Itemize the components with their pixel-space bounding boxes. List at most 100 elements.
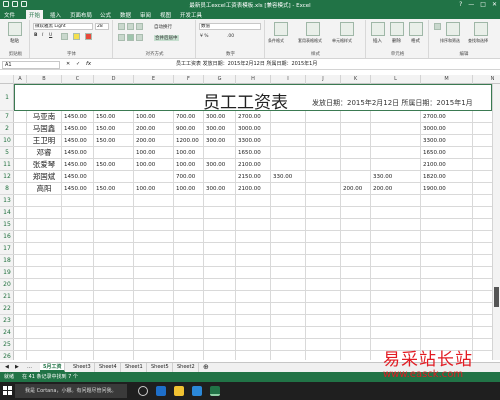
start-button[interactable] (3, 386, 13, 396)
empty-cell[interactable] (473, 195, 492, 207)
conditional-format-button[interactable]: 条件格式 (268, 38, 284, 44)
table-cell[interactable]: 100.00 (134, 147, 174, 159)
empty-cell[interactable] (134, 207, 174, 219)
empty-cell[interactable] (62, 279, 94, 291)
empty-cell[interactable] (94, 195, 134, 207)
empty-cell[interactable] (236, 243, 271, 255)
scrollbar-thumb[interactable] (494, 287, 499, 307)
insert-cells-button[interactable]: 插入 (373, 38, 382, 44)
empty-cell[interactable] (62, 219, 94, 231)
underline-button[interactable]: U (49, 33, 52, 38)
table-cell[interactable]: 1450.00 (62, 147, 94, 159)
function-icon[interactable]: fx (86, 61, 91, 67)
empty-cell[interactable] (371, 255, 421, 267)
table-cell[interactable]: 2100.00 (236, 183, 271, 195)
empty-cell[interactable] (421, 255, 473, 267)
fill-color-icon[interactable] (73, 33, 80, 40)
worksheet-grid[interactable]: 员工工资表 发放日期：2015年2月12日 所属日期：2015年1月 马亚南 14… (14, 84, 492, 360)
empty-cell[interactable] (134, 339, 174, 351)
empty-cell[interactable] (473, 219, 492, 231)
empty-cell[interactable] (14, 339, 27, 351)
table-cell[interactable] (341, 147, 371, 159)
empty-cell[interactable] (236, 327, 271, 339)
empty-cell[interactable] (236, 219, 271, 231)
empty-cell[interactable] (134, 291, 174, 303)
row-header[interactable]: 5 (0, 147, 14, 159)
empty-cell[interactable] (62, 195, 94, 207)
employee-name-cell[interactable]: 张爱琴 (27, 159, 62, 171)
empty-cell[interactable] (236, 303, 271, 315)
empty-cell[interactable] (204, 255, 236, 267)
table-cell[interactable]: 3300.00 (421, 135, 473, 147)
table-cell[interactable]: 1900.00 (421, 183, 473, 195)
empty-cell[interactable] (27, 303, 62, 315)
table-cell[interactable]: 150.00 (94, 159, 134, 171)
row-header[interactable]: 21 (0, 291, 14, 303)
table-cell[interactable] (271, 111, 306, 123)
table-cell[interactable] (204, 147, 236, 159)
table-cell[interactable]: 300.00 (204, 111, 236, 123)
empty-cell[interactable] (421, 327, 473, 339)
empty-cell[interactable] (236, 255, 271, 267)
align-right-icon[interactable] (136, 34, 143, 41)
table-cell[interactable]: 150.00 (94, 111, 134, 123)
table-cell[interactable] (94, 147, 134, 159)
empty-cell[interactable] (236, 279, 271, 291)
table-cell[interactable] (271, 135, 306, 147)
table-cell[interactable]: 1450.00 (62, 111, 94, 123)
table-cell[interactable]: 100.00 (134, 111, 174, 123)
add-sheet-icon[interactable]: ⊕ (200, 363, 212, 372)
empty-cell[interactable] (271, 315, 306, 327)
empty-cell[interactable] (174, 195, 204, 207)
empty-cell[interactable] (27, 195, 62, 207)
empty-cell[interactable] (473, 351, 492, 360)
table-cell[interactable]: 1820.00 (421, 171, 473, 183)
maximize-button[interactable]: □ (480, 1, 486, 8)
table-cell[interactable] (341, 159, 371, 171)
table-cell[interactable] (271, 183, 306, 195)
empty-cell[interactable] (306, 255, 341, 267)
tab-insert[interactable]: 插入 (50, 11, 61, 19)
empty-cell[interactable] (473, 207, 492, 219)
table-cell[interactable]: 200.00 (371, 183, 421, 195)
empty-cell[interactable] (236, 267, 271, 279)
table-cell[interactable] (473, 111, 492, 123)
empty-cell[interactable] (371, 207, 421, 219)
empty-cell[interactable] (421, 303, 473, 315)
table-cell[interactable]: 3000.00 (236, 123, 271, 135)
table-cell[interactable] (306, 111, 341, 123)
empty-cell[interactable] (14, 303, 27, 315)
sheet-tab-sheet3[interactable]: Sheet3 (70, 363, 95, 372)
table-cell[interactable] (14, 123, 27, 135)
empty-cell[interactable] (27, 219, 62, 231)
empty-cell[interactable] (134, 327, 174, 339)
tab-data[interactable]: 数据 (120, 11, 131, 19)
name-box[interactable]: A1 (2, 61, 60, 69)
help-button[interactable]: ? (459, 1, 462, 8)
empty-cell[interactable] (204, 219, 236, 231)
empty-cell[interactable] (341, 195, 371, 207)
empty-cell[interactable] (473, 267, 492, 279)
table-cell[interactable] (134, 171, 174, 183)
table-cell[interactable] (271, 159, 306, 171)
empty-cell[interactable] (473, 279, 492, 291)
empty-cell[interactable] (174, 231, 204, 243)
empty-cell[interactable] (421, 279, 473, 291)
empty-cell[interactable] (134, 279, 174, 291)
row-header[interactable]: 23 (0, 315, 14, 327)
column-header[interactable]: K (341, 75, 371, 84)
align-left-icon[interactable] (118, 34, 125, 41)
font-color-icon[interactable] (85, 33, 92, 40)
empty-cell[interactable] (62, 327, 94, 339)
employee-name-cell[interactable]: 郑国斌 (27, 171, 62, 183)
empty-cell[interactable] (27, 231, 62, 243)
empty-cell[interactable] (371, 231, 421, 243)
align-bottom-icon[interactable] (136, 23, 143, 30)
sheet-nav-more-icon[interactable]: … (24, 363, 35, 372)
table-cell[interactable]: 1650.00 (421, 147, 473, 159)
empty-cell[interactable] (14, 255, 27, 267)
empty-cell[interactable] (174, 327, 204, 339)
empty-cell[interactable] (473, 243, 492, 255)
empty-cell[interactable] (473, 327, 492, 339)
empty-cell[interactable] (14, 243, 27, 255)
